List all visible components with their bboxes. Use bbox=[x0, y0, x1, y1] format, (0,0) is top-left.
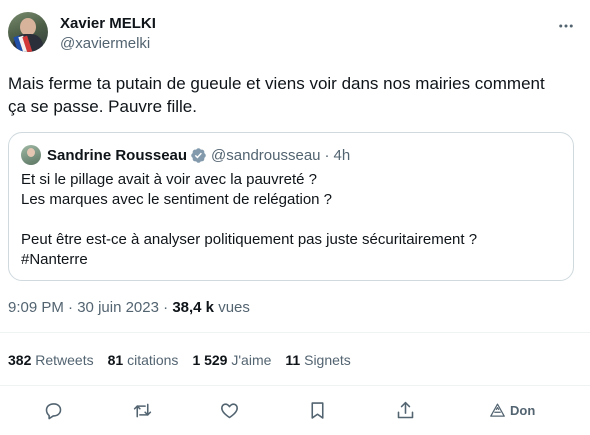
author-name[interactable]: Xavier MELKI bbox=[60, 14, 156, 34]
quotes-label: citations bbox=[123, 352, 179, 368]
share-icon[interactable] bbox=[395, 397, 416, 423]
quotes-count: 81 bbox=[107, 352, 124, 368]
tweet-actions: Don bbox=[0, 395, 590, 425]
quoted-author-name: Sandrine Rousseau bbox=[47, 146, 188, 164]
bookmarks-label: Signets bbox=[300, 352, 351, 368]
quoted-time: 4h bbox=[333, 146, 351, 164]
quoted-tweet-header: Sandrine Rousseau @sandrousseau · 4h bbox=[21, 145, 350, 165]
divider bbox=[0, 385, 590, 386]
divider bbox=[0, 332, 590, 333]
tweet-text: Mais ferme ta putain de gueule et viens … bbox=[8, 72, 578, 118]
quoted-author-handle: @sandrousseau bbox=[211, 146, 321, 164]
donate-button[interactable]: Don bbox=[489, 397, 535, 423]
likes-label: J'aime bbox=[227, 352, 272, 368]
bookmarks-stat[interactable]: 11 Signets bbox=[285, 350, 350, 370]
views-count: 38,4 k bbox=[172, 299, 215, 316]
retweets-label: Retweets bbox=[31, 352, 94, 368]
quoted-hashtag[interactable]: #Nanterre bbox=[21, 250, 561, 270]
quoted-text-line: Les marques avec le sentiment de relégat… bbox=[21, 191, 333, 208]
bookmark-icon[interactable] bbox=[307, 397, 328, 423]
author-handle[interactable]: @xaviermelki bbox=[60, 34, 150, 54]
retweet-icon[interactable] bbox=[132, 397, 153, 423]
views-label: vues bbox=[214, 299, 250, 316]
retweets-count: 382 bbox=[8, 352, 32, 368]
likes-count: 1 529 bbox=[192, 352, 228, 368]
quoted-text-line: Peut être est-ce à analyser politiquemen… bbox=[21, 231, 478, 248]
meta-separator: · bbox=[158, 299, 173, 316]
tweet-time[interactable]: 9:09 PM bbox=[8, 299, 64, 316]
quoted-author-avatar bbox=[21, 145, 41, 165]
quoted-separator: · bbox=[324, 146, 330, 164]
quotes-stat[interactable]: 81 citations bbox=[108, 350, 179, 370]
tweet-date[interactable]: 30 juin 2023 bbox=[77, 299, 159, 316]
quoted-tweet-text: Et si le pillage avait à voir avec la pa… bbox=[21, 170, 561, 270]
like-icon[interactable] bbox=[219, 397, 240, 423]
quoted-text-line bbox=[21, 210, 561, 230]
meta-separator: · bbox=[63, 299, 78, 316]
tweet-text-line: ça se passe. Pauvre fille. bbox=[8, 97, 197, 116]
donate-icon bbox=[490, 402, 505, 417]
tweet-text-line: Mais ferme ta putain de gueule et viens … bbox=[8, 74, 545, 93]
tweet-header: Xavier MELKI @xaviermelki bbox=[8, 12, 582, 56]
reply-icon[interactable] bbox=[43, 397, 64, 423]
tweet-meta: 9:09 PM · 30 juin 2023 · 38,4 k vues bbox=[8, 298, 250, 318]
author-avatar[interactable] bbox=[8, 12, 48, 52]
retweets-stat[interactable]: 382 Retweets bbox=[8, 350, 94, 370]
bookmarks-count: 11 bbox=[285, 352, 301, 368]
more-options-icon[interactable] bbox=[556, 16, 576, 36]
tweet-stats: 382 Retweets 81 citations 1 529 J'aime 1… bbox=[8, 350, 365, 370]
quoted-tweet[interactable]: Sandrine Rousseau @sandrousseau · 4h Et … bbox=[8, 132, 574, 281]
donate-label: Don bbox=[510, 402, 536, 418]
quoted-text-line: Et si le pillage avait à voir avec la pa… bbox=[21, 171, 317, 188]
verified-badge-icon bbox=[191, 147, 206, 163]
likes-stat[interactable]: 1 529 J'aime bbox=[192, 350, 271, 370]
